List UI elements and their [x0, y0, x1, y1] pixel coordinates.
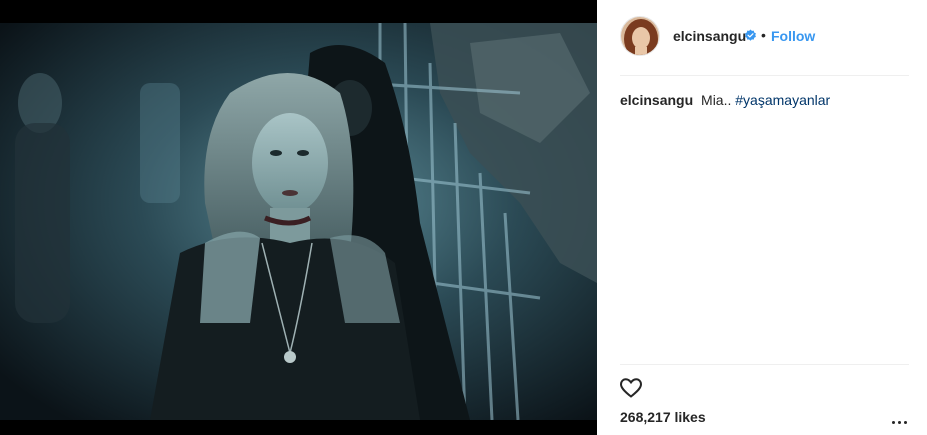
header-divider — [620, 75, 909, 76]
likes-count[interactable]: 268,217 likes — [620, 409, 706, 425]
separator-dot: • — [761, 27, 766, 43]
actions-divider — [620, 364, 909, 365]
caption-username-link[interactable]: elcinsangu — [620, 92, 693, 108]
avatar[interactable] — [620, 16, 660, 56]
more-options-icon[interactable] — [890, 418, 910, 426]
post-media — [0, 0, 597, 435]
username-link[interactable]: elcinsangu — [673, 28, 746, 44]
follow-button[interactable]: Follow — [771, 28, 815, 44]
heart-outline-icon[interactable] — [619, 376, 643, 400]
caption-text: Mia.. — [701, 92, 732, 108]
post-caption: elcinsangu Mia.. #yaşamayanlar — [620, 91, 909, 109]
post-photo[interactable] — [0, 23, 597, 420]
more-dot — [892, 421, 895, 424]
post-header: elcinsangu • Follow — [597, 0, 927, 75]
caption-hashtag-link[interactable]: #yaşamayanlar — [735, 92, 830, 108]
verified-badge-icon — [745, 29, 756, 41]
instagram-post: elcinsangu • Follow elcinsangu Mia.. #ya… — [0, 0, 927, 435]
more-dot — [904, 421, 907, 424]
post-side-panel: elcinsangu • Follow elcinsangu Mia.. #ya… — [597, 0, 927, 435]
more-dot — [898, 421, 901, 424]
